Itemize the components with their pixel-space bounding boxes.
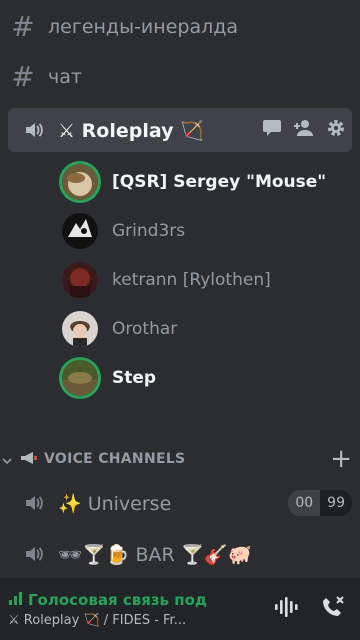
voice-channel-roleplay[interactable]: ⚔ Roleplay 🏹 xyxy=(8,108,352,152)
username: [QSR] Sergey "Mouse" xyxy=(112,172,327,192)
hash-icon: # xyxy=(11,60,35,93)
speaker-icon xyxy=(20,542,48,566)
chat-bubble-icon[interactable] xyxy=(262,119,282,141)
megaphone-icon xyxy=(20,450,38,469)
speaker-icon xyxy=(20,491,48,515)
speaker-icon xyxy=(20,118,48,142)
hash-icon: # xyxy=(11,10,35,43)
voice-channel-label: ✨ Universe xyxy=(58,492,172,515)
voice-user[interactable]: Grind3rs xyxy=(62,211,352,251)
voice-user[interactable]: Orothar xyxy=(62,309,352,349)
user-limit: 99 xyxy=(320,490,352,516)
voice-status-title[interactable]: Голосовая связь под xyxy=(28,591,207,609)
username: Orothar xyxy=(112,319,178,339)
channel-label: легенды-инералда xyxy=(48,16,239,38)
category-label: VOICE CHANNELS xyxy=(44,451,186,467)
voice-status-subtitle: ⚔ Roleplay 🏹 / FIDES - Fr... xyxy=(8,612,187,628)
voice-channel-bar[interactable]: 🕶🍸🍺 BAR 🍸🎸🐖 xyxy=(8,534,352,574)
avatar xyxy=(62,311,98,347)
avatar xyxy=(62,213,98,249)
category-voice-channels[interactable]: VOICE CHANNELS + xyxy=(2,446,352,472)
chevron-down-icon xyxy=(2,450,12,469)
voice-user[interactable]: ketrann [Rylothen] xyxy=(62,260,352,300)
username: ketrann [Rylothen] xyxy=(112,270,271,290)
signal-bars-icon xyxy=(8,591,24,609)
avatar xyxy=(62,360,98,396)
voice-user[interactable]: [QSR] Sergey "Mouse" xyxy=(62,162,352,202)
user-limit-badge: 00 99 xyxy=(288,490,352,516)
username: Step xyxy=(112,368,157,388)
soundwave-icon[interactable] xyxy=(274,596,300,622)
channel-chat[interactable]: # чат xyxy=(8,58,352,96)
user-count: 00 xyxy=(288,490,321,516)
voice-channel-universe[interactable]: ✨ Universe 00 99 xyxy=(8,483,352,523)
add-channel-button[interactable]: + xyxy=(330,446,352,472)
username: Grind3rs xyxy=(112,221,186,241)
voice-user[interactable]: Step xyxy=(62,358,352,398)
avatar xyxy=(62,164,98,200)
channel-label: чат xyxy=(48,66,82,88)
channel-legends[interactable]: # легенды-инералда xyxy=(8,8,352,46)
voice-channel-label: ⚔ Roleplay 🏹 xyxy=(58,119,204,142)
add-member-icon[interactable] xyxy=(294,119,314,141)
gear-icon[interactable] xyxy=(326,118,346,142)
voice-channel-label: 🕶🍸🍺 BAR 🍸🎸🐖 xyxy=(58,543,252,566)
voice-connection-panel: Голосовая связь под ⚔ Roleplay 🏹 / FIDES… xyxy=(0,578,360,640)
avatar xyxy=(62,262,98,298)
disconnect-call-icon[interactable] xyxy=(320,595,346,623)
